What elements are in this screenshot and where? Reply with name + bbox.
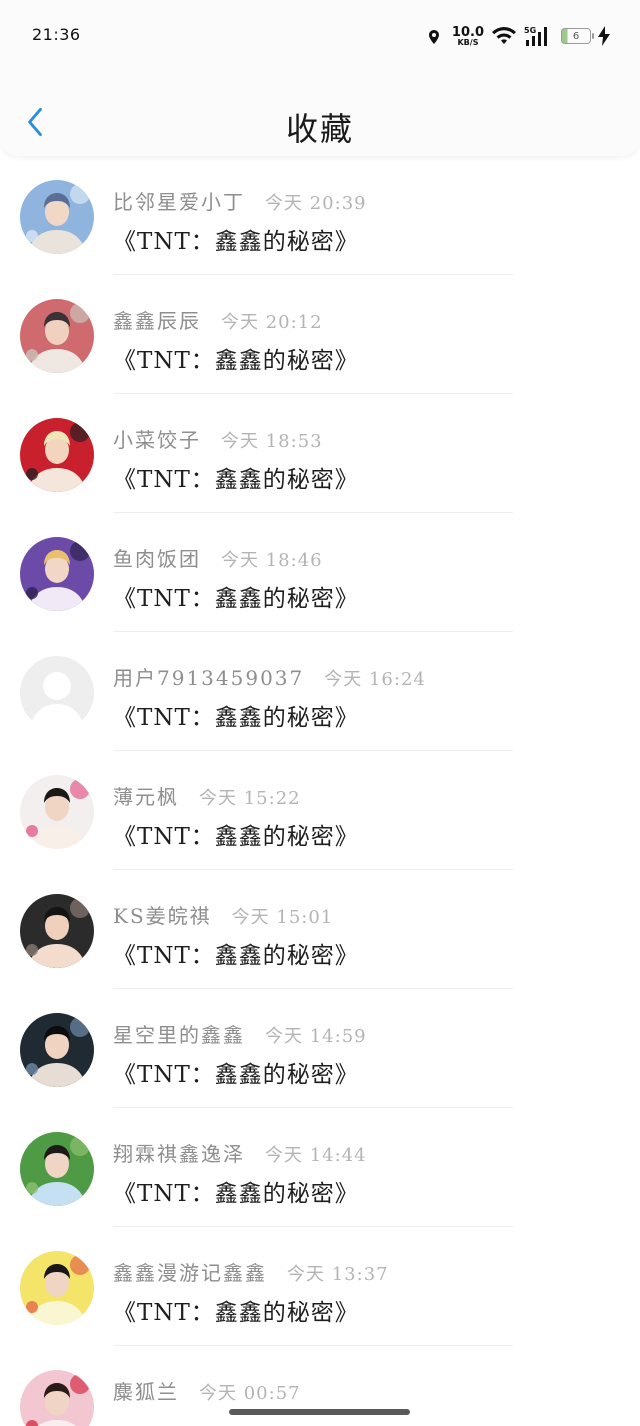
- work-title[interactable]: 《TNT：鑫鑫的秘密》: [113, 698, 359, 732]
- item-meta: 鑫鑫漫游记鑫鑫 今天 13:37: [113, 1257, 389, 1286]
- home-indicator[interactable]: [229, 1409, 410, 1415]
- favorite-item[interactable]: 星空里的鑫鑫 今天 14:59 《TNT：鑫鑫的秘密》: [0, 989, 640, 1108]
- item-meta: 鑫鑫辰辰 今天 20:12: [113, 305, 323, 334]
- charging-bolt-icon: [598, 26, 610, 46]
- username[interactable]: 星空里的鑫鑫: [113, 1019, 245, 1048]
- username[interactable]: 鑫鑫漫游记鑫鑫: [113, 1257, 267, 1286]
- avatar[interactable]: [20, 299, 94, 373]
- timestamp: 今天 13:37: [287, 1264, 389, 1285]
- status-time: 21:36: [32, 25, 81, 44]
- avatar[interactable]: [20, 180, 94, 254]
- work-title[interactable]: 《TNT：鑫鑫的秘密》: [113, 1293, 359, 1327]
- timestamp: 今天 00:57: [199, 1383, 301, 1404]
- avatar[interactable]: [20, 537, 94, 611]
- work-title[interactable]: 《TNT：鑫鑫的秘密》: [113, 460, 359, 494]
- timestamp: 今天 18:46: [221, 550, 323, 571]
- username[interactable]: 鱼肉饭团: [113, 543, 201, 572]
- username[interactable]: 鑫鑫辰辰: [113, 305, 201, 334]
- work-title[interactable]: 《TNT：鑫鑫的秘密》: [113, 1055, 359, 1089]
- avatar[interactable]: [20, 894, 94, 968]
- header-card: 21:36 10.0 KB/S 5G 6 收藏: [0, 0, 640, 156]
- favorite-item[interactable]: 鱼肉饭团 今天 18:46 《TNT：鑫鑫的秘密》: [0, 513, 640, 632]
- location-icon: [428, 29, 439, 44]
- work-title[interactable]: 《TNT：鑫鑫的秘密》: [113, 579, 359, 613]
- timestamp: 今天 16:24: [324, 669, 426, 690]
- favorite-item[interactable]: 用户7913459037 今天 16:24 《TNT：鑫鑫的秘密》: [0, 632, 640, 751]
- network-speed-value: 10.0: [451, 24, 484, 40]
- favorites-screen: 21:36 10.0 KB/S 5G 6 收藏 比邻星爱小丁 今天 20:39 …: [0, 0, 640, 1426]
- timestamp: 今天 14:59: [265, 1026, 367, 1047]
- battery-icon: 6: [561, 28, 594, 44]
- username[interactable]: KS姜皖祺: [113, 900, 212, 929]
- work-title[interactable]: 《TNT：鑫鑫的秘密》: [113, 817, 359, 851]
- timestamp: 今天 20:39: [265, 193, 367, 214]
- item-meta: 鱼肉饭团 今天 18:46: [113, 543, 323, 572]
- work-title[interactable]: 《TNT：鑫鑫的秘密》: [113, 341, 359, 375]
- favorite-item[interactable]: 小菜饺子 今天 18:53 《TNT：鑫鑫的秘密》: [0, 394, 640, 513]
- item-meta: 薄元枫 今天 15:22: [113, 781, 301, 810]
- username[interactable]: 用户7913459037: [113, 662, 304, 691]
- timestamp: 今天 14:44: [265, 1145, 367, 1166]
- timestamp: 今天 15:22: [199, 788, 301, 809]
- item-meta: 麋狐兰 今天 00:57: [113, 1376, 301, 1405]
- favorite-item[interactable]: 翔霖祺鑫逸泽 今天 14:44 《TNT：鑫鑫的秘密》: [0, 1108, 640, 1227]
- item-meta: 星空里的鑫鑫 今天 14:59: [113, 1019, 367, 1048]
- username[interactable]: 麋狐兰: [113, 1376, 179, 1405]
- item-meta: 用户7913459037 今天 16:24: [113, 662, 426, 691]
- work-title[interactable]: 《TNT：鑫鑫的秘密》: [113, 222, 359, 256]
- username[interactable]: 薄元枫: [113, 781, 179, 810]
- favorite-item[interactable]: 比邻星爱小丁 今天 20:39 《TNT：鑫鑫的秘密》: [0, 156, 640, 275]
- favorite-item[interactable]: 鑫鑫漫游记鑫鑫 今天 13:37 《TNT：鑫鑫的秘密》: [0, 1227, 640, 1346]
- favorite-item[interactable]: 鑫鑫辰辰 今天 20:12 《TNT：鑫鑫的秘密》: [0, 275, 640, 394]
- network-speed: 10.0 KB/S: [452, 26, 484, 47]
- work-title[interactable]: 《TNT：鑫鑫的秘密》: [113, 1174, 359, 1208]
- network-speed-unit: KB/S: [457, 37, 479, 47]
- favorites-list: 比邻星爱小丁 今天 20:39 《TNT：鑫鑫的秘密》 鑫鑫辰辰 今天 20:12 《TN…: [0, 156, 640, 1426]
- item-meta: 小菜饺子 今天 18:53: [113, 424, 323, 453]
- item-meta: KS姜皖祺 今天 15:01: [113, 900, 334, 929]
- svg-text:5G: 5G: [524, 26, 536, 35]
- timestamp: 今天 15:01: [231, 907, 334, 928]
- username[interactable]: 小菜饺子: [113, 424, 201, 453]
- timestamp: 今天 18:53: [221, 431, 323, 452]
- cellular-signal-icon: 5G: [524, 25, 552, 47]
- avatar[interactable]: [20, 1132, 94, 1206]
- avatar[interactable]: [20, 775, 94, 849]
- status-icons: 10.0 KB/S 5G 6: [428, 22, 610, 50]
- item-meta: 翔霖祺鑫逸泽 今天 14:44: [113, 1138, 367, 1167]
- nav-bar: 收藏: [0, 86, 640, 156]
- username[interactable]: 翔霖祺鑫逸泽: [113, 1138, 245, 1167]
- username[interactable]: 比邻星爱小丁: [113, 186, 245, 215]
- avatar[interactable]: [20, 1370, 94, 1426]
- wifi-icon: [491, 26, 517, 46]
- favorite-item[interactable]: 薄元枫 今天 15:22 《TNT：鑫鑫的秘密》: [0, 751, 640, 870]
- avatar[interactable]: [20, 418, 94, 492]
- timestamp: 今天 20:12: [221, 312, 323, 333]
- favorite-item[interactable]: KS姜皖祺 今天 15:01 《TNT：鑫鑫的秘密》: [0, 870, 640, 989]
- work-title[interactable]: 《TNT：鑫鑫的秘密》: [113, 936, 359, 970]
- item-meta: 比邻星爱小丁 今天 20:39: [113, 186, 367, 215]
- page-title: 收藏: [285, 110, 354, 148]
- avatar[interactable]: [20, 656, 94, 730]
- avatar[interactable]: [20, 1013, 94, 1087]
- status-bar: 21:36 10.0 KB/S 5G 6: [0, 0, 640, 70]
- avatar[interactable]: [20, 1251, 94, 1325]
